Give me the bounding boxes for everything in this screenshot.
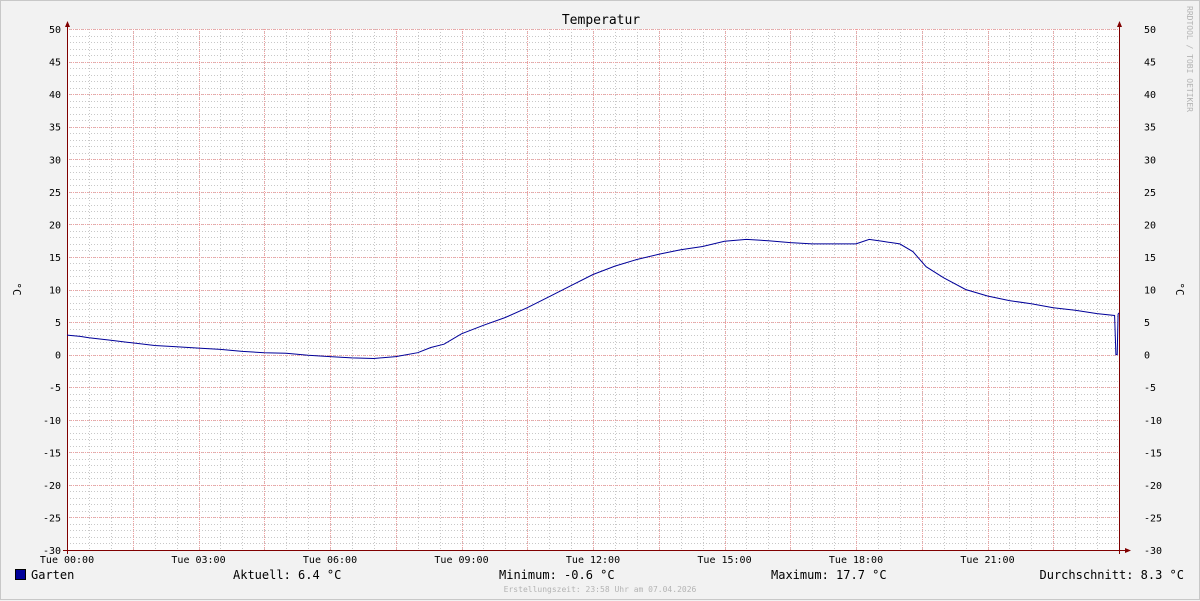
y-tick-label-left: 5 [55,318,61,329]
y-tick-label-right: -5 [1144,383,1156,394]
chart-svg: -30-25-20-15-10-505101520253035404550 -3… [10,6,1194,566]
y-tick-label-left: 20 [49,220,61,231]
y-tick-label-right: 40 [1144,90,1156,101]
legend-series: Garten [15,568,74,582]
y-tick-label-right: 45 [1144,58,1156,69]
y-tick-label-right: 10 [1144,286,1156,297]
y-axis-label-left: °C [10,282,23,295]
y-tick-label-left: 10 [49,286,61,297]
y-tick-label-left: -20 [43,481,61,492]
y-axis-right-arrow [1117,21,1122,27]
y-axis-left-arrow [65,21,70,27]
legend-average: Durchschnitt: 8.3 °C [1039,568,1185,582]
y-tick-label-right: 20 [1144,220,1156,231]
x-tick-label: Tue 09:00 [434,555,488,566]
legend-series-name: Garten [31,568,75,582]
y-tick-label-right: 5 [1144,318,1150,329]
y-tick-label-left: 45 [49,58,61,69]
x-tick-label: Tue 06:00 [303,555,357,566]
y-tick-label-right: 50 [1144,25,1156,36]
y-tick-label-left: -10 [43,416,61,427]
y-axis-left-ticks: -30-25-20-15-10-505101520253035404550 [43,25,61,557]
y-tick-label-right: 35 [1144,123,1156,134]
y-tick-label-right: 15 [1144,253,1156,264]
legend: Garten Aktuell: 6.4 °C Minimum: -0.6 °C … [0,568,1200,584]
watermark: RRDTOOL / TOBI OETIKER [1185,6,1194,112]
legend-minimum: Minimum: -0.6 °C [499,568,615,582]
y-tick-label-right: -25 [1144,513,1162,524]
legend-current: Aktuell: 6.4 °C [233,568,342,582]
x-tick-label: Tue 18:00 [829,555,883,566]
y-tick-label-right: -15 [1144,448,1162,459]
y-tick-label-left: 30 [49,155,61,166]
legend-maximum: Maximum: 17.7 °C [771,568,887,582]
y-tick-label-left: 35 [49,123,61,134]
x-tick-label: Tue 03:00 [171,555,225,566]
y-tick-label-left: -15 [43,448,61,459]
x-tick-label: Tue 15:00 [697,555,751,566]
y-axis-right-ticks: -30 -25 -20 -15 -10 -5 0 5 10 15 20 25 30 35 40 45 50 [1144,25,1162,557]
legend-swatch [15,569,26,580]
y-tick-label-left: 0 [55,351,61,362]
y-tick-label-right: 0 [1144,351,1150,362]
y-tick-label-left: 25 [49,188,61,199]
y-tick-label-right: -20 [1144,481,1162,492]
x-axis-ticks: Tue 00:00 Tue 03:00 Tue 06:00 Tue 09:00 Tue … [40,555,1015,566]
y-tick-label-left: -5 [49,383,61,394]
y-axis-label-right: °C [1173,282,1186,295]
creation-time: Erstellungszeit: 23:58 Uhr am 07.04.2026 [503,585,697,594]
x-tick-label: Tue 12:00 [566,555,620,566]
y-tick-label-right: -30 [1144,546,1162,557]
x-axis-arrow [1125,548,1131,553]
chart-frame: -30 -25 -20 -15 -10 -5 0 5 10 15 20 25 30 35 40 45 50 -3… [0,0,1200,600]
y-tick-label-right: 25 [1144,188,1156,199]
y-tick-label-left: -25 [43,513,61,524]
y-tick-label-left: 50 [49,25,61,36]
chart-title: Temperatur [562,13,640,28]
y-tick-label-right: -10 [1144,416,1162,427]
y-tick-label-right: 30 [1144,155,1156,166]
y-tick-label-left: 40 [49,90,61,101]
x-tick-label: Tue 00:00 [40,555,94,566]
y-tick-label-left: 15 [49,253,61,264]
x-tick-label: Tue 21:00 [960,555,1014,566]
